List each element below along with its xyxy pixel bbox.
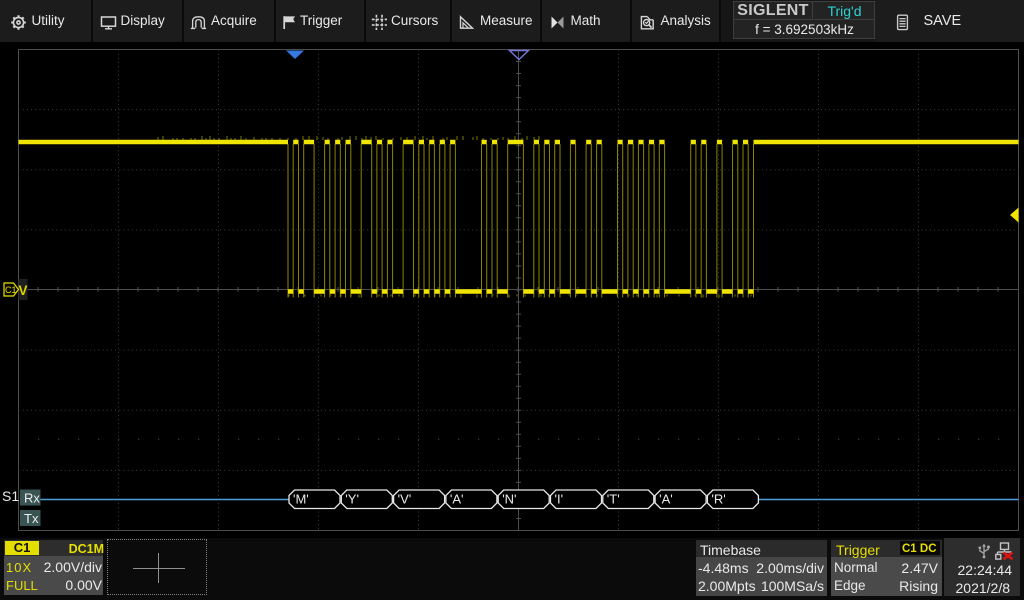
svg-text:'T': 'T' <box>607 492 620 507</box>
svg-text:'V': 'V' <box>398 492 412 507</box>
svg-text:'A': 'A' <box>659 492 673 507</box>
svg-text:'R': 'R' <box>711 492 725 507</box>
svg-text:Tx: Tx <box>24 511 39 526</box>
svg-text:'M': 'M' <box>293 492 309 507</box>
svg-text:'Y': 'Y' <box>345 492 359 507</box>
svg-text:Rx: Rx <box>24 491 40 506</box>
svg-text:'N': 'N' <box>502 492 516 507</box>
svg-text:'I': 'I' <box>555 492 564 507</box>
svg-text:S1: S1 <box>2 488 19 504</box>
svg-text:'A': 'A' <box>450 492 464 507</box>
svg-text:V: V <box>19 283 28 298</box>
svg-text:C1: C1 <box>5 285 17 295</box>
